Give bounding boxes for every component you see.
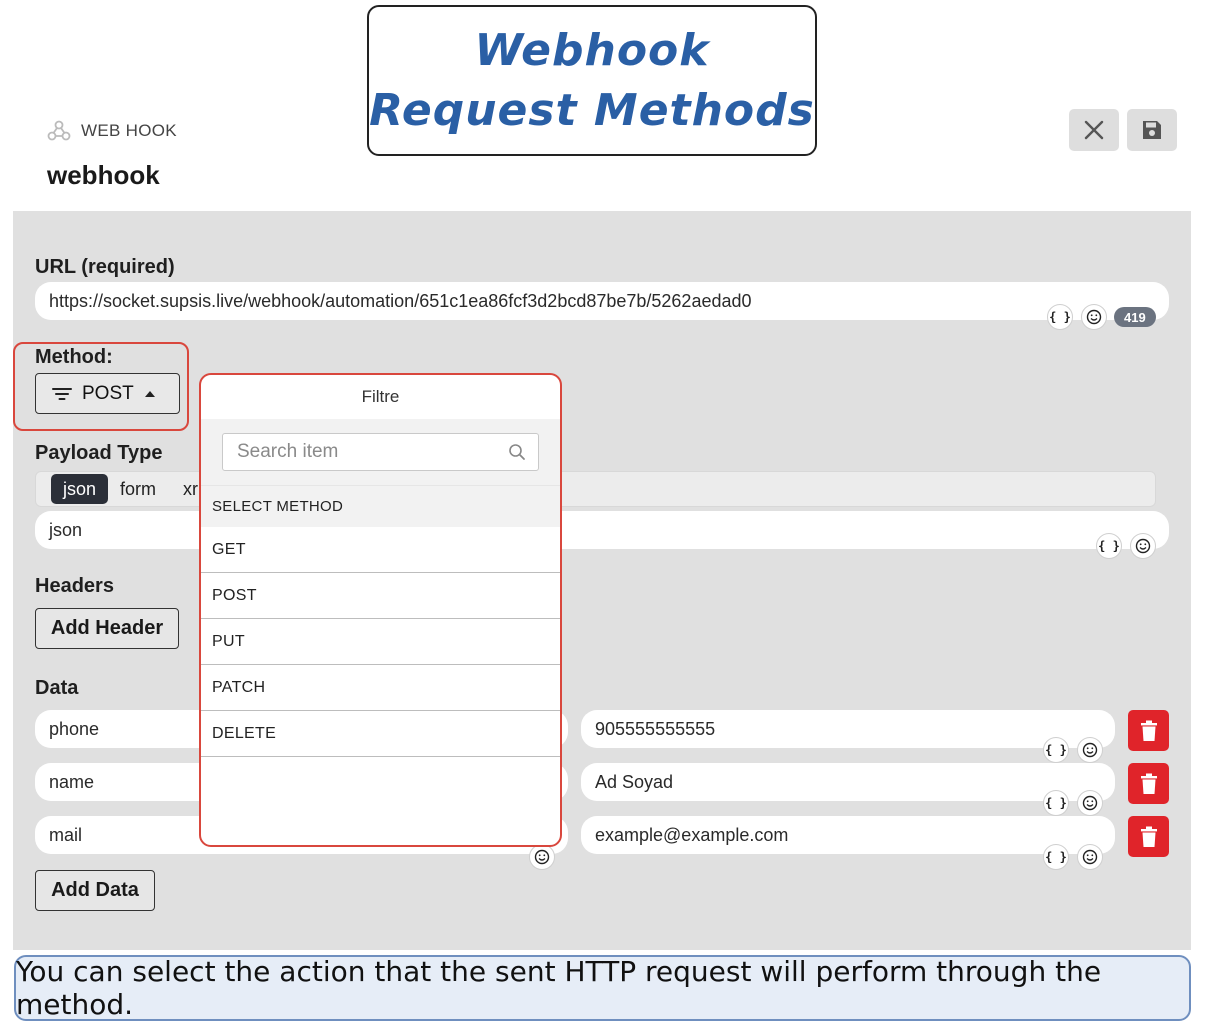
webhook-type-label: WEB HOOK: [81, 121, 177, 140]
delete-row-button[interactable]: [1128, 710, 1169, 751]
webhook-name: webhook: [47, 160, 160, 190]
webhook-type-tag: WEB HOOK: [47, 120, 177, 142]
variable-braces-icon[interactable]: { }: [1043, 844, 1069, 870]
method-option-post[interactable]: POST: [201, 573, 560, 619]
url-input[interactable]: https://socket.supsis.live/webhook/autom…: [35, 282, 1169, 320]
method-option-delete[interactable]: DELETE: [201, 711, 560, 757]
data-value-input[interactable]: Ad Soyad: [581, 763, 1115, 801]
data-value-input[interactable]: 905555555555: [581, 710, 1115, 748]
trash-icon: [1140, 720, 1157, 741]
delete-row-button[interactable]: [1128, 816, 1169, 857]
emoji-icon[interactable]: [529, 844, 555, 870]
data-key-value: mail: [49, 824, 83, 845]
data-value-text: example@example.com: [595, 824, 789, 845]
save-icon: [1143, 121, 1161, 139]
method-select-button[interactable]: POST: [35, 373, 180, 414]
method-label: Method:: [35, 346, 113, 368]
search-placeholder: Search item: [237, 441, 339, 462]
trash-icon: [1140, 773, 1157, 794]
data-key-value: phone: [49, 718, 100, 739]
char-count-badge: 419: [1114, 307, 1156, 327]
headers-label: Headers: [35, 575, 114, 597]
data-value-text: Ad Soyad: [595, 771, 674, 792]
data-key-value: name: [49, 771, 95, 792]
save-button[interactable]: [1127, 109, 1177, 151]
data-value-input[interactable]: example@example.com: [581, 816, 1115, 854]
dropdown-section-header: SELECT METHOD: [201, 485, 560, 527]
payload-option-form[interactable]: form: [120, 474, 156, 504]
payload-type-value: json: [49, 519, 83, 540]
variable-braces-icon[interactable]: { }: [1043, 737, 1069, 763]
add-header-button[interactable]: Add Header: [35, 608, 179, 649]
payload-option-json[interactable]: json: [51, 474, 109, 504]
method-selected-value: POST: [82, 382, 134, 404]
variable-braces-icon[interactable]: { }: [1096, 533, 1122, 559]
data-label: Data: [35, 677, 79, 699]
method-option-patch[interactable]: PATCH: [201, 665, 560, 711]
method-option-get[interactable]: GET: [201, 527, 560, 573]
url-value: https://socket.supsis.live/webhook/autom…: [49, 290, 752, 311]
caret-up-icon: [144, 390, 155, 397]
method-option-put[interactable]: PUT: [201, 619, 560, 665]
trash-icon: [1140, 826, 1157, 847]
method-dropdown: Filtre Search item SELECT METHOD GET POS…: [199, 373, 562, 847]
variable-braces-icon[interactable]: { }: [1043, 790, 1069, 816]
emoji-icon[interactable]: [1077, 737, 1103, 763]
emoji-icon[interactable]: [1077, 844, 1103, 870]
dropdown-search-area: Search item: [201, 419, 560, 485]
add-data-button[interactable]: Add Data: [35, 870, 155, 911]
webhook-icon: [47, 120, 71, 141]
payload-option-xml[interactable]: xr: [183, 474, 198, 504]
emoji-icon[interactable]: [1081, 304, 1107, 330]
close-button[interactable]: [1069, 109, 1119, 151]
dropdown-title: Filtre: [361, 387, 400, 406]
search-icon: [509, 444, 525, 460]
annotation-title: Webhook Request Methods: [369, 24, 815, 136]
search-input[interactable]: Search item: [222, 433, 539, 471]
emoji-icon[interactable]: [1077, 790, 1103, 816]
delete-row-button[interactable]: [1128, 763, 1169, 804]
data-value-text: 905555555555: [595, 718, 716, 739]
emoji-icon[interactable]: [1130, 533, 1156, 559]
variable-braces-icon[interactable]: { }: [1047, 304, 1073, 330]
close-icon: [1084, 120, 1104, 140]
annotation-title-box: Webhook Request Methods: [367, 5, 817, 156]
payload-type-label: Payload Type: [35, 442, 163, 464]
annotation-caption: You can select the action that the sent …: [14, 955, 1191, 1021]
filter-icon: [52, 387, 72, 400]
url-label: URL (required): [35, 256, 175, 278]
